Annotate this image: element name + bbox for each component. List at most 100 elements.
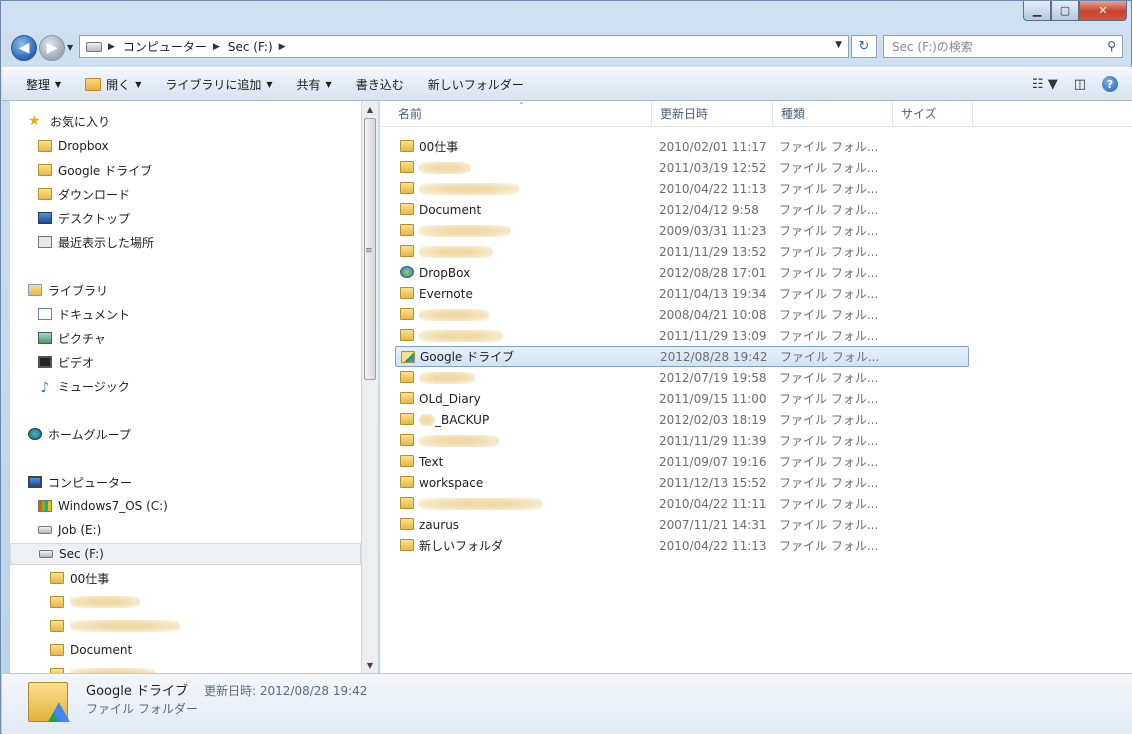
file-name: Evernote	[419, 286, 473, 301]
address-bar[interactable]: ▶ コンピューター ▶ Sec (F:) ▶ ▼	[79, 35, 849, 58]
dropbox-folder-icon	[400, 266, 414, 278]
file-row[interactable]: 2011/11/29 11:39 ファイル フォル...	[395, 430, 969, 451]
file-name: zaurus	[419, 517, 460, 532]
nav-subfolder[interactable]: Document	[10, 639, 361, 661]
nav-favorites[interactable]: ★ お気に入り	[10, 110, 361, 132]
new-folder-button[interactable]: 新しいフォルダー	[428, 76, 524, 93]
search-icon[interactable]: ⚲	[1107, 39, 1116, 53]
file-row[interactable]: Text 2011/09/07 19:16 ファイル フォル...	[395, 451, 969, 472]
address-dropdown-icon[interactable]: ▼	[835, 40, 842, 50]
folder-icon	[400, 329, 414, 341]
file-type: ファイル フォル...	[779, 413, 879, 427]
music-note-icon: ♪	[40, 380, 50, 396]
nav-drive-c[interactable]: Windows7_OS (C:)	[10, 495, 361, 517]
folder-icon	[400, 161, 414, 173]
breadcrumb-sec-drive[interactable]: Sec (F:)	[228, 40, 273, 54]
nav-google-drive[interactable]: Google ドライブ	[10, 159, 361, 181]
video-icon	[38, 356, 52, 368]
file-row[interactable]: DropBox 2012/08/28 17:01 ファイル フォル...	[395, 262, 969, 283]
file-row[interactable]: 2009/03/31 11:23 ファイル フォル...	[395, 220, 969, 241]
file-row[interactable]: OLd_Diary 2011/09/15 11:00 ファイル フォル...	[395, 388, 969, 409]
column-type[interactable]: 種類	[773, 101, 893, 127]
file-row[interactable]: 2011/11/29 13:09 ファイル フォル...	[395, 325, 969, 346]
nav-music[interactable]: ♪ ミュージック	[10, 375, 361, 397]
nav-desktop[interactable]: デスクトップ	[10, 207, 361, 229]
back-button[interactable]: ◀	[11, 35, 37, 61]
file-name: Text	[419, 454, 444, 469]
file-name: Google ドライブ	[420, 350, 515, 364]
arrow-left-icon: ◀	[18, 40, 30, 56]
share-button[interactable]: 共有 ▼	[297, 76, 332, 93]
refresh-button[interactable]: ↻	[851, 35, 877, 58]
file-row[interactable]: workspace 2011/12/13 15:52 ファイル フォル...	[395, 472, 969, 493]
download-folder-icon	[38, 188, 52, 200]
nav-dropbox[interactable]: Dropbox	[10, 135, 361, 157]
organize-button[interactable]: 整理 ▼	[26, 76, 61, 93]
scroll-down-icon[interactable]: ▼	[362, 657, 378, 673]
help-icon[interactable]: ?	[1102, 76, 1118, 92]
file-row[interactable]: zaurus 2007/11/21 14:31 ファイル フォル...	[395, 514, 969, 535]
file-row[interactable]: _BACKUP 2012/02/03 18:19 ファイル フォル...	[395, 409, 969, 430]
nav-homegroup[interactable]: ホームグループ	[10, 423, 361, 445]
file-type: ファイル フォル...	[779, 308, 879, 322]
minimize-button[interactable]: ▁	[1023, 1, 1051, 21]
file-row[interactable]: 2010/04/22 11:11 ファイル フォル...	[395, 493, 969, 514]
breadcrumb-computer[interactable]: コンピューター	[123, 38, 207, 55]
file-name: _BACKUP	[419, 413, 489, 427]
file-row[interactable]: 新しいフォルダ 2010/04/22 11:13 ファイル フォル...	[395, 535, 969, 556]
forward-button[interactable]: ▶	[39, 35, 65, 61]
nav-libraries[interactable]: ライブラリ	[10, 279, 361, 301]
pictures-icon	[38, 332, 52, 344]
column-label: サイズ	[901, 107, 937, 121]
file-row[interactable]: Document 2012/04/12 9:58 ファイル フォル...	[395, 199, 969, 220]
nav-documents[interactable]: ドキュメント	[10, 303, 361, 325]
nav-subfolder[interactable]	[10, 591, 361, 613]
folder-icon	[400, 140, 414, 152]
nav-subfolder[interactable]	[10, 663, 361, 673]
open-button[interactable]: 開く ▼	[85, 76, 141, 93]
file-row[interactable]: 2011/11/29 13:52 ファイル フォル...	[395, 241, 969, 262]
burn-button[interactable]: 書き込む	[356, 76, 404, 93]
view-options-icon[interactable]: ☷ ▼	[1032, 77, 1058, 92]
chevron-down-icon: ▼	[266, 79, 273, 89]
nav-scrollbar[interactable]: ▲ ≡ ▼	[361, 101, 378, 673]
homegroup-icon	[28, 428, 42, 440]
column-date[interactable]: 更新日時	[652, 101, 773, 127]
nav-label: Document	[70, 643, 133, 657]
details-type: ファイル フォルダー	[86, 702, 198, 716]
file-row[interactable]: 00仕事 2010/02/01 11:17 ファイル フォル...	[395, 136, 969, 157]
breadcrumb-separator-icon[interactable]: ▶	[108, 42, 115, 52]
file-row[interactable]: Evernote 2011/04/13 19:34 ファイル フォル...	[395, 283, 969, 304]
close-button[interactable]: ✕	[1079, 1, 1127, 21]
include-in-library-button[interactable]: ライブラリに追加 ▼	[165, 76, 272, 93]
chevron-down-icon: ▼	[325, 79, 332, 89]
file-date: 2010/04/22 11:11	[659, 496, 767, 511]
breadcrumb-separator-icon[interactable]: ▶	[279, 42, 286, 52]
file-row[interactable]: 2008/04/21 10:08 ファイル フォル...	[395, 304, 969, 325]
file-row[interactable]: 2011/03/19 12:52 ファイル フォル...	[395, 157, 969, 178]
nav-subfolder[interactable]	[10, 615, 361, 637]
column-size[interactable]: サイズ	[893, 101, 973, 127]
nav-videos[interactable]: ビデオ	[10, 351, 361, 373]
file-row[interactable]: 2010/04/22 11:13 ファイル フォル...	[395, 178, 969, 199]
file-date: 2010/04/22 11:13	[659, 538, 767, 553]
breadcrumb-separator-icon[interactable]: ▶	[213, 42, 220, 52]
nav-label: Dropbox	[58, 139, 109, 153]
search-input[interactable]: Sec (F:)の検索 ⚲	[883, 35, 1123, 58]
nav-downloads[interactable]: ダウンロード	[10, 183, 361, 205]
scroll-up-icon[interactable]: ▲	[362, 101, 378, 117]
file-row-selected[interactable]: Google ドライブ 2012/08/28 19:42 ファイル フォル...	[395, 346, 969, 367]
nav-drive-e[interactable]: Job (E:)	[10, 519, 361, 541]
nav-computer[interactable]: コンピューター	[10, 471, 361, 493]
file-row[interactable]: 2012/07/19 19:58 ファイル フォル...	[395, 367, 969, 388]
nav-recent-places[interactable]: 最近表示した場所	[10, 231, 361, 253]
drive-icon	[39, 550, 53, 558]
preview-pane-icon[interactable]: ◫	[1074, 77, 1086, 92]
nav-subfolder[interactable]: 00仕事	[10, 567, 361, 589]
maximize-button[interactable]: ▢	[1051, 1, 1079, 21]
nav-pictures[interactable]: ピクチャ	[10, 327, 361, 349]
history-dropdown-icon[interactable]: ▼	[67, 43, 73, 52]
drive-icon	[38, 526, 52, 534]
star-icon: ★	[28, 113, 41, 129]
nav-drive-f[interactable]: Sec (F:)	[10, 543, 361, 565]
